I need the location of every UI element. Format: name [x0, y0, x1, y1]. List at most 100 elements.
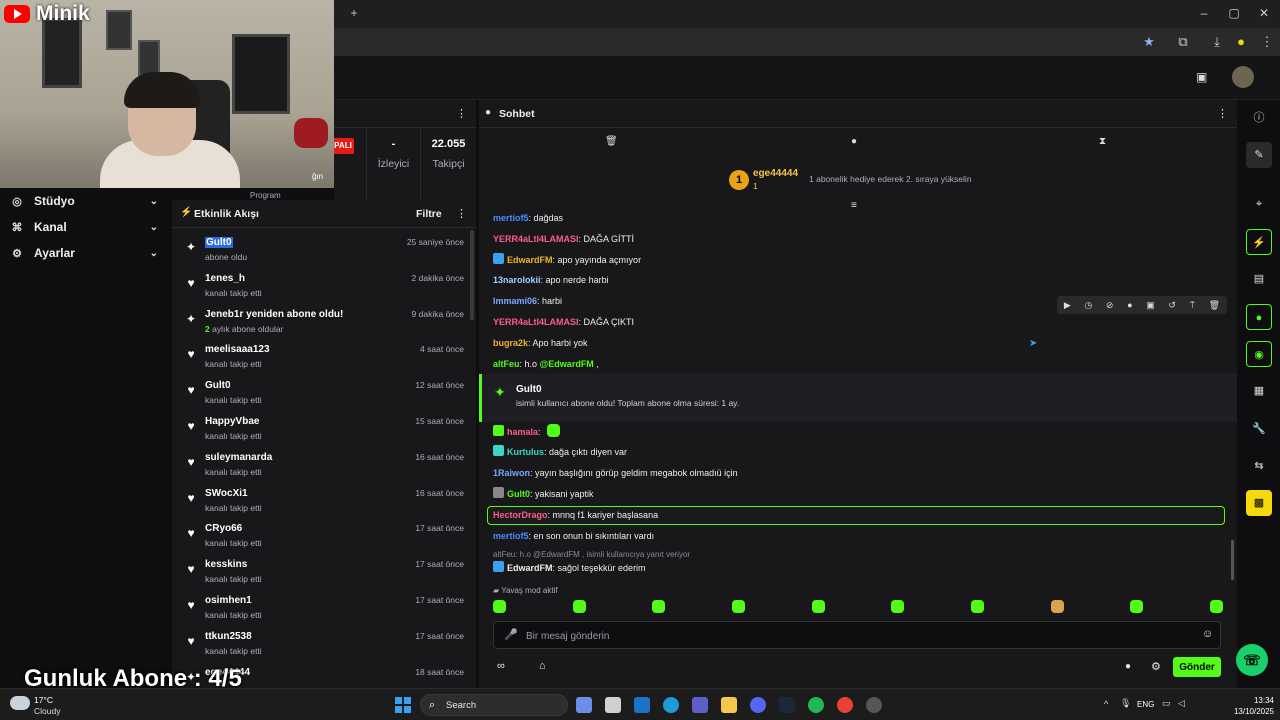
edge-icon[interactable]: [663, 697, 679, 713]
activity-feed-item[interactable]: ♥ meelisaaa123 kanalı takip etti 4 saat önc…: [172, 341, 472, 377]
activity-feed-user[interactable]: 1enes_h: [205, 273, 245, 284]
discord-icon[interactable]: [750, 697, 766, 713]
chat-username[interactable]: HectorDrago: [493, 510, 548, 520]
store-app-icon[interactable]: [605, 697, 621, 713]
clapper-icon[interactable]: ▩: [1246, 490, 1272, 516]
chat-message[interactable]: YERR4aLtI4LAMASI: DAĞA GİTTİ: [493, 230, 634, 248]
chat-username[interactable]: Gult0: [507, 489, 530, 499]
taskbar-search[interactable]: ⌕ Search: [420, 694, 568, 716]
focus-icon[interactable]: ⌖: [1246, 191, 1272, 217]
extensions-icon[interactable]: ⧉: [1174, 34, 1192, 50]
chat-username[interactable]: bugra2k: [493, 338, 528, 348]
chat-username[interactable]: altFeu: [493, 359, 520, 369]
filter-button[interactable]: Filtre: [416, 208, 442, 220]
chat-message[interactable]: 1Raiwon: yayın başlığını görüp geldim me…: [493, 464, 738, 482]
scrollbar[interactable]: [470, 230, 474, 320]
emote-icon[interactable]: [891, 600, 905, 613]
emote-icon[interactable]: [652, 600, 666, 613]
activity-feed-item[interactable]: ♥ SWocXi1 kanalı takip etti 16 saat önce: [172, 485, 472, 521]
activity-feed-user[interactable]: CRyo66: [205, 523, 242, 534]
creator-studio-icon[interactable]: ▣: [1196, 70, 1207, 84]
chat-message[interactable]: hamala:: [493, 423, 560, 441]
chat-username[interactable]: Kurtulus: [507, 447, 544, 457]
close-window-button[interactable]: ✕: [1254, 6, 1274, 20]
wrench-icon[interactable]: 🔧: [1246, 416, 1272, 442]
steam-icon[interactable]: [779, 697, 795, 713]
minimize-button[interactable]: –: [1194, 6, 1214, 20]
taskview-icon[interactable]: [576, 697, 592, 713]
chat-message[interactable]: altFeu: h.o @EdwardFM ,: [493, 355, 599, 373]
weather-widget[interactable]: 17°C Cloudy: [10, 693, 100, 717]
store-icon[interactable]: ⌂: [539, 660, 546, 672]
chat-username[interactable]: EdwardFM: [507, 563, 553, 573]
emote-icon[interactable]: [1050, 600, 1064, 613]
activity-feed-user[interactable]: kesskins: [205, 559, 247, 570]
activity-feed-item[interactable]: ♥ Gult0 kanalı takip etti 12 saat önce: [172, 377, 472, 413]
new-tab-button[interactable]: +: [344, 6, 364, 20]
avatar[interactable]: [1232, 66, 1254, 88]
activity-feed-user[interactable]: ttkun2538: [205, 631, 252, 642]
gear-icon[interactable]: ⚙: [1151, 660, 1161, 673]
edit-icon[interactable]: ✎: [1246, 142, 1272, 168]
trash-icon[interactable]: 🗑: [1209, 300, 1220, 311]
nav-item-channel[interactable]: ⌘ Kanal ⌄: [0, 214, 172, 240]
activity-feed-user[interactable]: suleymanarda: [205, 452, 272, 463]
chat-message[interactable]: EdwardFM: apo yayında açmıyor: [493, 251, 641, 269]
menu-kebab-icon[interactable]: ⋮: [1258, 34, 1276, 50]
activity-feed-item[interactable]: ♥ kesskins kanalı takip etti 17 saat önce: [172, 556, 472, 592]
emote-icon[interactable]: [811, 600, 825, 613]
chat-message[interactable]: YERR4aLtI4LAMASI: DAĞA ÇIKTI: [493, 313, 634, 331]
chat-mention[interactable]: @EdwardFM: [540, 359, 594, 369]
panel-menu-icon[interactable]: ⋮: [1217, 107, 1228, 120]
windows-start-icon[interactable]: [395, 697, 411, 713]
outlook-icon[interactable]: [634, 697, 650, 713]
send-button[interactable]: Gönder: [1173, 657, 1221, 677]
nav-item-studio[interactable]: ◎ Stüdyo ⌄: [0, 188, 172, 214]
emoji-icon[interactable]: ☺: [1202, 628, 1213, 640]
activity-feed-item[interactable]: ♥ osimhen1 kanalı takip etti 17 saat önce: [172, 592, 472, 628]
pin-icon[interactable]: ⍑: [1190, 300, 1195, 311]
reply-icon[interactable]: ●: [1127, 300, 1132, 310]
chevron-up-icon[interactable]: ^: [1104, 699, 1108, 709]
emote-icon[interactable]: [493, 600, 506, 613]
panel-menu-icon[interactable]: ⋮: [456, 207, 467, 220]
teams-icon[interactable]: [692, 697, 708, 713]
emote-icon[interactable]: [1209, 600, 1223, 613]
profile-icon[interactable]: ●: [1232, 34, 1250, 49]
notes-icon[interactable]: ▤: [1246, 266, 1272, 292]
chat-icon[interactable]: ●: [851, 136, 857, 147]
chat-message[interactable]: Immami06: harbi: [493, 292, 562, 310]
activity-feed-user[interactable]: Gult0: [205, 237, 233, 248]
chat-username[interactable]: YERR4aLtI4LAMASI: [493, 317, 579, 327]
chat-input[interactable]: [526, 628, 1166, 644]
activity-feed-user[interactable]: meelisaaa123: [205, 344, 270, 355]
activity-feed-user[interactable]: Jeneb1r yeniden abone oldu!: [205, 309, 343, 320]
activity-feed-item[interactable]: ♥ HappyVbae kanalı takip etti 15 saat önce: [172, 413, 472, 449]
chat-username[interactable]: Immami06: [493, 296, 537, 306]
activity-feed-item[interactable]: ✦ Gult0 abone oldu 25 saniye önce: [172, 234, 472, 270]
undo-icon[interactable]: ↺: [1168, 300, 1176, 311]
emote-icon[interactable]: [970, 600, 984, 613]
volume-icon[interactable]: ◁: [1178, 698, 1185, 709]
download-icon[interactable]: ⤓: [1208, 34, 1226, 50]
chat-message[interactable]: EdwardFM: sağol teşekkür ederim: [493, 559, 646, 577]
scrollbar[interactable]: [1231, 540, 1234, 580]
chat-username[interactable]: 1Raiwon: [493, 468, 530, 478]
activity-feed-user[interactable]: Gult0: [205, 380, 231, 391]
spotify-icon[interactable]: [808, 697, 824, 713]
eye-off-icon[interactable]: ⊘: [1106, 300, 1114, 311]
chat-message[interactable]: 13narolokii: apo nerde harbi: [493, 271, 609, 289]
broadcast-icon[interactable]: ◉: [1246, 341, 1272, 367]
activity-feed-item[interactable]: ♥ CRyo66 kanalı takip etti 17 saat önce: [172, 520, 472, 556]
activity-feed-user[interactable]: SWocXi1: [205, 488, 248, 499]
emote-icon[interactable]: [1130, 600, 1144, 613]
chat-username[interactable]: mertiof5: [493, 531, 529, 541]
chat-message[interactable]: mertiof5: en son onun bi sıkıntıları var…: [493, 527, 654, 545]
activity-feed-user[interactable]: HappyVbae: [205, 416, 259, 427]
emote-icon[interactable]: [731, 600, 745, 613]
activity-feed-user[interactable]: osimhen1: [205, 595, 252, 606]
chat-username[interactable]: mertiof5: [493, 213, 529, 223]
share-icon[interactable]: ⇆: [1246, 453, 1272, 479]
chat-username[interactable]: hamala: [507, 427, 538, 437]
chat-icon[interactable]: ●: [1246, 304, 1272, 330]
